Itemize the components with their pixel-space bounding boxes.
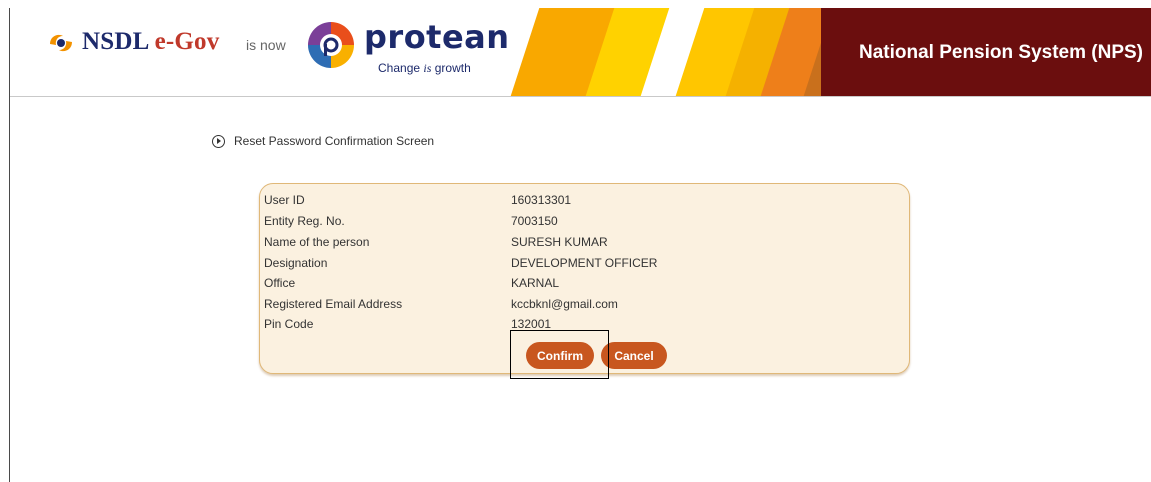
confirm-highlight-box <box>510 330 609 379</box>
nsdl-emblem-icon <box>50 34 72 52</box>
detail-label: Registered Email Address <box>264 297 403 311</box>
detail-value: SURESH KUMAR <box>511 235 608 249</box>
detail-value: kccbknl@gmail.com <box>511 297 618 311</box>
egov-logo-text: e-Gov <box>154 28 220 55</box>
detail-label: Designation <box>264 256 328 270</box>
tagline-growth-text: growth <box>431 61 471 75</box>
protean-wordmark: protean <box>364 18 510 56</box>
detail-label: Office <box>264 276 296 290</box>
detail-value: 160313301 <box>511 193 572 207</box>
nsdl-egov-logo: NSDL e-Gov <box>82 28 219 56</box>
page: NSDL e-Gov is now protean Change is grow… <box>0 0 1151 482</box>
detail-label: Name of the person <box>264 235 370 249</box>
detail-value: DEVELOPMENT OFFICER <box>511 256 658 270</box>
detail-label: Entity Reg. No. <box>264 214 345 228</box>
detail-value: 7003150 <box>511 214 558 228</box>
page-title: Reset Password Confirmation Screen <box>234 134 435 148</box>
tagline-text: Change <box>378 61 424 75</box>
nps-system-title: National Pension System (NPS) <box>858 42 1143 63</box>
header-divider <box>10 96 1151 97</box>
detail-label: User ID <box>264 193 305 207</box>
nsdl-logo-text: NSDL <box>82 28 155 55</box>
protean-logo-icon <box>308 22 354 68</box>
protean-tagline: Change is growth <box>378 61 471 76</box>
detail-value: KARNAL <box>511 276 560 290</box>
header-banner: NSDL e-Gov is now protean Change is grow… <box>10 8 1151 96</box>
section-heading: Reset Password Confirmation Screen <box>212 134 434 148</box>
is-now-text: is now <box>246 37 286 53</box>
cancel-button[interactable]: Cancel <box>601 342 667 369</box>
circle-arrow-right-icon <box>212 134 225 148</box>
detail-value: 132001 <box>511 317 552 331</box>
detail-label: Pin Code <box>264 317 314 331</box>
